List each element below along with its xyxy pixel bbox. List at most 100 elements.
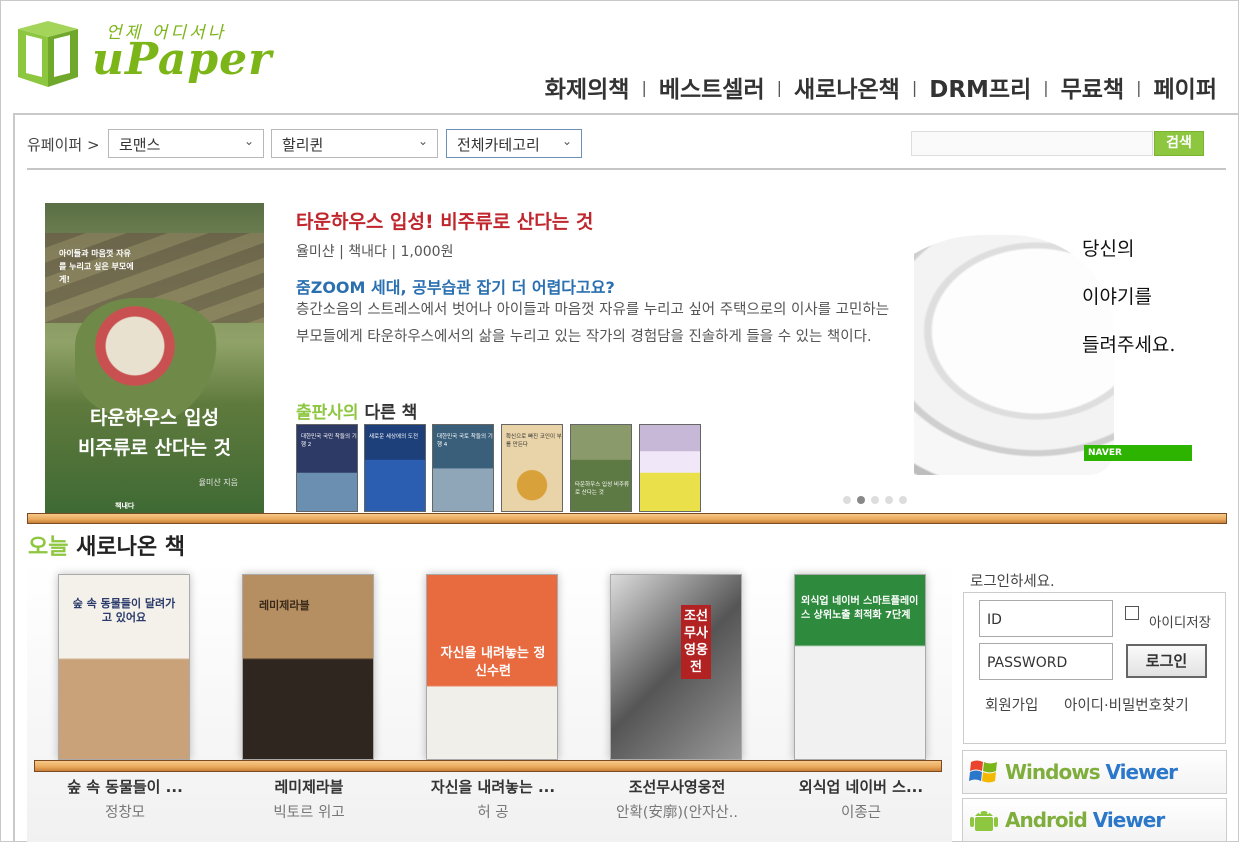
new-book-cover-text: 숲 속 동물들이 달려가고 있어요 (72, 597, 176, 624)
carousel-dot[interactable] (885, 496, 893, 504)
category-select-2[interactable]: 할리퀸 ⌄ (271, 129, 438, 158)
ad-text: 당신의 이야기를 들려주세요. (1082, 225, 1175, 369)
cover-publisher: 책내다 (115, 502, 135, 510)
search-input[interactable] (911, 131, 1153, 156)
nav-separator: | (911, 77, 918, 97)
login-button[interactable]: 로그인 (1126, 644, 1207, 678)
android-robot-icon (970, 811, 998, 831)
new-book-title[interactable]: 조선무사영웅전 (592, 776, 762, 797)
publisher-book-thumb[interactable]: 대한민국 국민 착들의 기행 2 (296, 424, 358, 512)
carousel-dot[interactable] (899, 496, 907, 504)
chevron-down-icon: ⌄ (417, 134, 428, 148)
cover-title-line-1: 타운하우스 입성 (90, 407, 219, 429)
featured-title[interactable]: 타운하우스 입성! 비주류로 산다는 것 (296, 207, 593, 234)
naver-search-badge: NAVER (1084, 445, 1192, 461)
publisher-books-heading: 출판사의 다른 책 (296, 398, 417, 423)
password-field[interactable]: PASSWORD (979, 643, 1113, 680)
new-book-author: 이종근 (840, 805, 882, 821)
login-heading: 로그인하세요. (970, 574, 1055, 590)
new-book-author: 정창모 (104, 805, 146, 821)
nav-bestseller[interactable]: 베스트셀러 (659, 70, 765, 104)
category-select-3-value: 전체카테고리 (457, 136, 540, 154)
category-select-1[interactable]: 로맨스 ⌄ (108, 129, 264, 158)
new-book-cover[interactable]: 외식업 네이버 스마트플레이스 상위노출 최적화 7단계 (794, 574, 926, 760)
new-book-author: 빅토르 위고 (273, 805, 345, 821)
ad-banner[interactable]: 당신의 이야기를 들려주세요. NAVER (914, 205, 1214, 478)
nav-new-books[interactable]: 새로나온책 (794, 70, 900, 104)
category-select-1-value: 로맨스 (119, 136, 161, 154)
new-book-title[interactable]: 자신을 내려놓는 ... (408, 776, 578, 797)
windows-viewer-download[interactable]: Windows Viewer Download (962, 750, 1227, 826)
featured-book-cover[interactable]: 아이들과 마음껏 자유를 누리고 싶은 부모에게! 타운하우스 입성 비주류로 … (45, 203, 264, 513)
carousel-dot[interactable] (871, 496, 879, 504)
nav-separator: | (1043, 77, 1049, 97)
featured-description: 층간소음의 스트레스에서 벗어나 아이들과 마음껏 자유를 누리고 싶어 주택으… (296, 302, 890, 345)
cover-tagline: 아이들과 마음껏 자유를 누리고 싶은 부모에게! (59, 249, 134, 284)
remember-id-checkbox[interactable] (1125, 606, 1139, 620)
nav-separator: | (776, 77, 783, 97)
android-viewer-download[interactable]: Android Viewer Download (962, 798, 1227, 842)
ad-line-1: 당신의 (1082, 238, 1135, 260)
ad-line-2: 이야기를 (1082, 286, 1152, 308)
wood-shelf (27, 513, 1227, 524)
carousel-dot-active[interactable] (857, 496, 865, 504)
publisher-book-title: 대한민국 국민 착들의 기행 2 (301, 434, 357, 448)
uPaper-logo[interactable]: 언제 어디서나 uPaper (14, 16, 271, 96)
divider (27, 168, 1226, 170)
breadcrumb-home[interactable]: 유페이퍼 > (27, 134, 100, 155)
featured-meta: 율미샨 | 책내다 | 1,000원 (296, 244, 454, 260)
ad-line-3: 들려주세요. (1082, 334, 1176, 356)
publisher-book-title: 새로운 세상에의 도전 (369, 434, 419, 440)
nav-paper[interactable]: 페이퍼 (1154, 70, 1217, 104)
new-books-heading-green: 오늘 (28, 535, 69, 560)
cover-photo-children (75, 298, 225, 418)
featured-subtitle: 줌ZOOM 세대, 공부습관 잡기 더 어렵다고요? (296, 278, 615, 297)
cover-author: 율미샨 지음 (198, 478, 238, 487)
windows-logo-icon (969, 760, 997, 783)
category-select-3[interactable]: 전체카테고리 ⌄ (446, 129, 582, 158)
nav-separator: | (1136, 77, 1142, 97)
publisher-book-title: 타운하우스 입성 비주류로 산다는 것 (575, 482, 630, 496)
publisher-book-thumb[interactable]: 새로운 세상에의 도전 (364, 424, 426, 512)
new-book-cover[interactable]: 조선무사영웅전 (610, 574, 742, 760)
chevron-down-icon: ⌄ (561, 134, 572, 148)
category-select-2-value: 할리퀸 (282, 136, 324, 154)
new-book-cover-text: 조선무사영웅전 (681, 605, 711, 679)
wood-shelf (34, 760, 942, 772)
nav-separator: | (641, 77, 647, 97)
new-book-cover-text: 자신을 내려놓는 정신수련 (440, 646, 546, 679)
new-books-heading: 오늘 새로나온 책 (28, 529, 185, 561)
new-book-title[interactable]: 레미제라블 (224, 776, 394, 797)
new-book-cover[interactable]: 자신을 내려놓는 정신수련 (426, 574, 558, 760)
nav-drm-free[interactable]: DRM프리 (929, 70, 1031, 104)
new-book-cover[interactable]: 레미제라블 (242, 574, 374, 760)
publisher-book-thumb[interactable]: 대한민국 국토 착들의 기행 4 (432, 424, 494, 512)
signup-link[interactable]: 회원가입 (985, 694, 1038, 715)
publisher-book-title: 확신으로 빠진 코인이 부를 만든다 (506, 434, 562, 448)
carousel-dot[interactable] (843, 496, 851, 504)
carousel-dots (843, 496, 907, 504)
new-books-heading-rest: 새로나온 책 (76, 535, 186, 560)
book-logo-icon (18, 21, 78, 87)
new-book-author: 허 공 (477, 805, 509, 821)
new-book-cover[interactable]: 숲 속 동물들이 달려가고 있어요 (58, 574, 190, 760)
top-navigation: 화제의책 | 베스트셀러 | 새로나온책 | DRM프리 | 무료책 | 페이퍼 (545, 70, 1217, 104)
new-book-cover-text: 외식업 네이버 스마트플레이스 상위노출 최적화 7단계 (801, 596, 919, 621)
new-book-title[interactable]: 외식업 네이버 스... (776, 776, 946, 797)
logo-wordmark: uPaper (92, 34, 273, 85)
cover-title: 타운하우스 입성 비주류로 산다는 것 (45, 403, 264, 463)
new-book-author: 안확(安廓)(안자산.. (616, 805, 738, 821)
remember-id-label: 아이디저장 (1149, 615, 1212, 631)
chevron-down-icon: ⌄ (243, 134, 254, 148)
new-book-cover-text: 레미제라블 (259, 599, 310, 612)
nav-hot-books[interactable]: 화제의책 (545, 70, 630, 104)
id-field[interactable]: ID (979, 600, 1113, 637)
new-book-title[interactable]: 숲 속 동물들이 ... (40, 776, 210, 797)
windows-download-label-green: Windows (1005, 760, 1101, 784)
publisher-book-thumb[interactable]: 타운하우스 입성 비주류로 산다는 것 (570, 424, 632, 512)
search-button[interactable]: 검색 (1154, 131, 1204, 156)
find-account-link[interactable]: 아이디·비밀번호찾기 (1064, 694, 1189, 715)
publisher-book-thumb[interactable] (639, 424, 701, 512)
publisher-book-thumb[interactable]: 확신으로 빠진 코인이 부를 만든다 (501, 424, 563, 512)
nav-free-books[interactable]: 무료책 (1061, 70, 1124, 104)
